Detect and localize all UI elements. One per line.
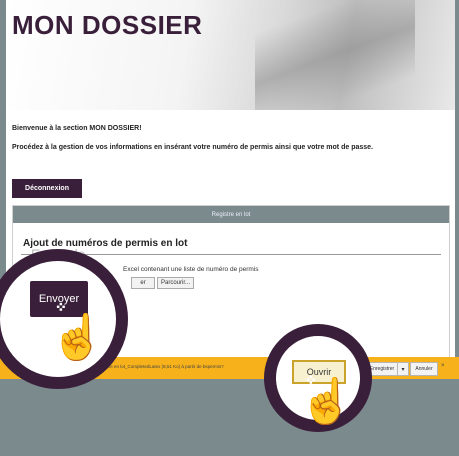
banner-decoration xyxy=(255,0,415,110)
upload-description: Excel contenant une liste de numéro de p… xyxy=(123,266,259,273)
hand-pointer-icon: ☝ xyxy=(49,313,105,362)
file-picker: er Parcourir... xyxy=(131,277,195,289)
save-options-chevron-icon[interactable]: ▾ xyxy=(397,362,409,376)
page-title: MON DOSSIER xyxy=(12,10,203,40)
file-input[interactable]: er xyxy=(131,277,155,289)
screenshot-frame: MON DOSSIER Bienvenue à la section MON D… xyxy=(0,0,459,456)
cancel-button[interactable]: Annuler xyxy=(410,362,438,376)
panel-header: Registre en lot xyxy=(13,206,449,223)
hand-pointer-icon: ☝ xyxy=(298,377,354,426)
section-title: Ajout de numéros de permis en lot xyxy=(23,238,188,249)
logout-button[interactable]: Déconnexion xyxy=(12,179,82,198)
browse-button[interactable]: Parcourir... xyxy=(157,277,195,289)
welcome-text: Bienvenue à la section MON DOSSIER! xyxy=(12,125,142,132)
instructions-text: Procédez à la gestion de vos information… xyxy=(12,144,373,151)
close-icon[interactable]: × xyxy=(441,363,445,369)
